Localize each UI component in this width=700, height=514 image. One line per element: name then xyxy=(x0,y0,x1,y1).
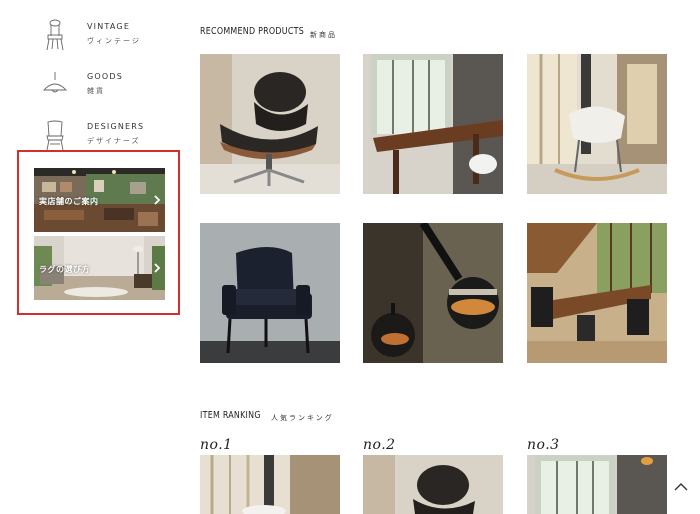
chevron-right-icon xyxy=(154,263,161,273)
recommend-subtitle: 新商品 xyxy=(310,31,337,39)
ranking-item-3[interactable] xyxy=(527,455,667,514)
product-lounge-chair[interactable] xyxy=(200,54,340,194)
category-label-jp: 雑貨 xyxy=(87,87,105,95)
ranking-subtitle: 人気ランキング xyxy=(271,414,334,422)
product-leather-armchair[interactable] xyxy=(200,223,340,363)
product-pendant-lamp[interactable] xyxy=(363,223,503,363)
banner-label: 実店舗のご案内 xyxy=(39,197,99,206)
rank-label: no.3 xyxy=(527,437,560,453)
rank-label: no.2 xyxy=(363,437,396,453)
chair-icon xyxy=(46,19,64,51)
recommend-title: RECOMMEND PRODUCTS xyxy=(200,26,305,37)
product-rocking-chair[interactable] xyxy=(527,54,667,194)
chevron-right-icon xyxy=(154,195,161,205)
product-dining-table[interactable] xyxy=(363,54,503,194)
product-dining-set[interactable] xyxy=(527,223,667,363)
designer-chair-icon xyxy=(46,120,64,151)
lamp-icon xyxy=(42,72,68,93)
rug-guide-banner[interactable]: ラグの選び方 xyxy=(34,236,165,300)
ranking-item-2[interactable] xyxy=(363,455,503,514)
sidebar-item-goods[interactable]: GOODS 雑貨 xyxy=(40,68,180,114)
category-label-jp: デザイナーズ xyxy=(87,137,141,145)
category-label: DESIGNERS xyxy=(87,122,145,131)
store-guide-banner[interactable]: 実店舗のご案内 xyxy=(34,168,165,232)
category-label: GOODS xyxy=(87,72,124,81)
ranking-title: ITEM RANKING xyxy=(200,410,261,421)
scroll-top-chevron-icon[interactable] xyxy=(672,480,690,494)
ranking-item-1[interactable] xyxy=(200,455,340,514)
banner-label: ラグの選び方 xyxy=(39,265,90,274)
category-label-jp: ヴィンテージ xyxy=(87,37,141,45)
sidebar-item-vintage[interactable]: VINTAGE ヴィンテージ xyxy=(40,18,180,64)
rank-label: no.1 xyxy=(200,437,233,453)
category-label: VINTAGE xyxy=(87,22,131,31)
